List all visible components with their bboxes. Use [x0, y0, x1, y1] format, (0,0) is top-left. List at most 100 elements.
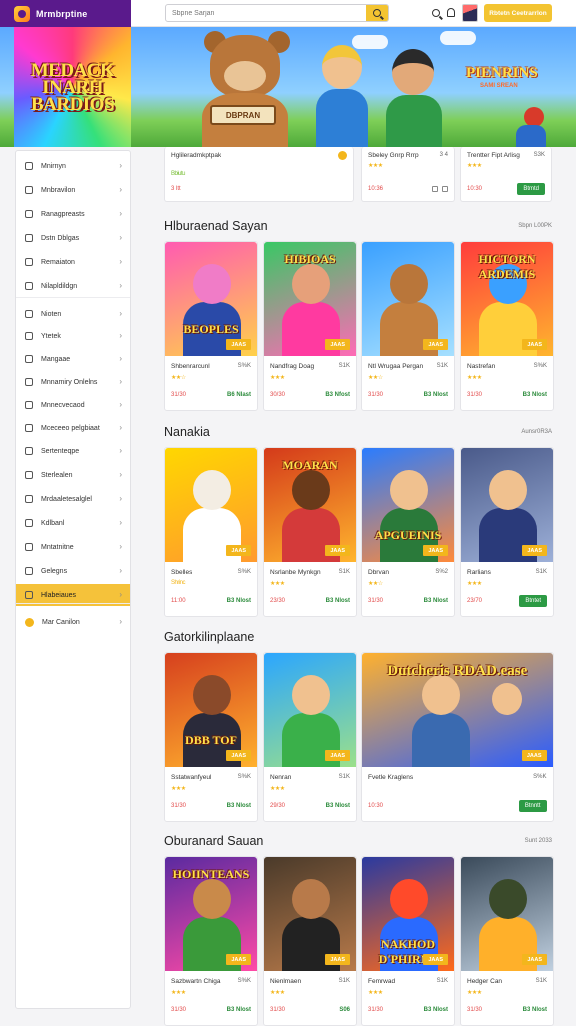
sidebar-item[interactable]: Ytetek ›: [16, 325, 130, 347]
thumbnail-badge: JAAS: [226, 339, 251, 350]
search-input[interactable]: [166, 5, 366, 21]
game-thumbnail[interactable]: JAAS: [165, 448, 257, 562]
game-thumbnail[interactable]: JAAS: [264, 653, 356, 767]
section-title: Gatorkilinplaane: [164, 630, 255, 644]
section-see-all-link[interactable]: Aunsr0R3A: [521, 429, 552, 435]
buy-button[interactable]: Btntet: [519, 595, 547, 607]
section-see-all-link[interactable]: Sbpn L00PK: [518, 223, 552, 229]
sidebar-item[interactable]: Sterlealen ›: [16, 464, 130, 486]
game-card[interactable]: BEOPLES JAAS Shbenrarcunl S%K ★★☆ 31/30 B6 Nla…: [164, 241, 258, 411]
game-thumbnail[interactable]: JAAS: [461, 448, 553, 562]
notification-icon[interactable]: [447, 8, 455, 17]
sidebar-item[interactable]: Nilapldildgn ›: [16, 275, 130, 297]
game-name: Nandfrag Doag: [270, 363, 315, 370]
sidebar-item[interactable]: Mangaae ›: [16, 348, 130, 370]
hero-subtitle: SAMI SREAN: [480, 83, 518, 89]
game-name: Nastrefan: [467, 363, 496, 370]
hero-banner[interactable]: MEDACK INARH BARDIOS DBPRAN PIENRINS SAM…: [0, 27, 576, 147]
game-card[interactable]: JAAS Ntl Wrugaa Pergan S1K ★★☆ 31/30 B3 Nlost: [361, 241, 455, 411]
chevron-right-icon: ›: [119, 494, 122, 503]
sidebar-item-label: Mnnamiry Onlelns: [41, 378, 98, 386]
game-name: Trentter Fipt Arlisg: [467, 152, 520, 159]
sidebar-item[interactable]: Mnbravilon ›: [16, 179, 130, 201]
thumbnail-badge: JAAS: [325, 339, 350, 350]
game-thumbnail[interactable]: NAKHOD D'PHIRNE JAAS: [362, 857, 454, 971]
game-price: 29/30: [270, 803, 286, 809]
thumbnail-badge: JAAS: [226, 750, 251, 761]
avatar[interactable]: [462, 4, 478, 22]
game-card[interactable]: JAAS Nienlmaen S1K ★★★ 31/30 S06: [263, 856, 357, 1026]
game-card[interactable]: APGUEINIS JAAS Dbrvan S%2 ★★☆ 31/30 B3 Nlost: [361, 447, 455, 617]
sidebar-item[interactable]: Mrdaaletesalglel ›: [16, 488, 130, 510]
coin-icon: [25, 617, 34, 627]
sidebar-item[interactable]: Mceceeo pelgbiaat ›: [16, 417, 130, 439]
search-button[interactable]: [366, 5, 388, 21]
game-card[interactable]: Hglileradmkptpak Bbiutu 3 ltt: [164, 147, 354, 202]
sidebar-item[interactable]: Kdlbanl ›: [16, 512, 130, 534]
game-card[interactable]: Dutcheris RDAD.ease JAAS Fvetle Kraglens S%…: [361, 652, 554, 822]
game-card[interactable]: Trentter Fipt Arlisg S3K ★★★ 10:30 Btmtd: [460, 147, 552, 202]
game-card[interactable]: NAKHOD D'PHIRNE JAAS Femrwad S1K ★★★ 31/30 B3 …: [361, 856, 455, 1026]
game-thumbnail[interactable]: BEOPLES JAAS: [165, 242, 257, 356]
thumbnail-title: HOIINTEANS: [172, 867, 250, 881]
game-card[interactable]: JAAS Hedger Can S1K ★★★ 31/30 B3 Nlost: [460, 856, 554, 1026]
game-card[interactable]: JAAS Sbelles S%K Shrinc 11:00 B3 Nlost: [164, 447, 258, 617]
search-icon[interactable]: [432, 9, 440, 17]
game-card[interactable]: MOARAN JAAS Nsrlanbe Mynkgn S1K ★★★ 23/30 B3 N…: [263, 447, 357, 617]
game-card[interactable]: HICTORN ARDEMIS JAAS Nastrefan S%K ★★★ 31/30 B…: [460, 241, 554, 411]
chevron-right-icon: ›: [119, 233, 122, 242]
game-price: 31/30: [368, 1007, 384, 1013]
game-thumbnail[interactable]: JAAS: [461, 857, 553, 971]
sidebar-item[interactable]: Ranagpreasts ›: [16, 203, 130, 225]
game-card[interactable]: JAAS Nenran S1K ★★★ 29/30 B3 Nlost: [263, 652, 357, 822]
sidebar-item[interactable]: Dstn Dblgas ›: [16, 227, 130, 249]
game-thumbnail[interactable]: HIBIOAS JAAS: [264, 242, 356, 356]
game-card[interactable]: HOIINTEANS JAAS Sazbwartn Chiga S%K ★★★ 31/30…: [164, 856, 258, 1026]
game-thumbnail[interactable]: Dutcheris RDAD.ease JAAS: [362, 653, 553, 767]
red-cap-character: [524, 107, 544, 127]
sidebar-item[interactable]: Mnnecvecaod ›: [16, 394, 130, 416]
sidebar-item-label: Mrdaaletesalglel: [41, 495, 92, 503]
buy-button[interactable]: Btnntt: [518, 800, 547, 812]
chevron-right-icon: ›: [119, 331, 122, 340]
sidebar-item[interactable]: Mntatnitne ›: [16, 536, 130, 558]
sidebar-item[interactable]: Nioten ›: [16, 303, 130, 325]
chevron-right-icon: ›: [119, 281, 122, 290]
game-card[interactable]: JAAS Rarlians S1K ★★★ 23/70 Btntet: [460, 447, 554, 617]
game-rating: S1K: [338, 569, 350, 575]
section-title: Oburanard Sauan: [164, 834, 264, 848]
brand[interactable]: Mrmbrptine: [0, 0, 131, 27]
heart-icon[interactable]: [432, 186, 438, 192]
game-card[interactable]: HIBIOAS JAAS Nandfrag Doag S1K ★★★ 30/30 B3 Nf…: [263, 241, 357, 411]
game-price: 31/30: [467, 392, 483, 398]
game-card[interactable]: Sbeley Gnrp Rrrp 3 4 ★★★ 10:36: [361, 147, 455, 202]
game-thumbnail[interactable]: DBB TOF JAAS: [165, 653, 257, 767]
cta-button[interactable]: Rbtetn Ceetrarrlon: [484, 4, 552, 22]
game-thumbnail[interactable]: HICTORN ARDEMIS JAAS: [461, 242, 553, 356]
buy-button[interactable]: Btmtd: [517, 183, 545, 195]
game-thumbnail[interactable]: APGUEINIS JAAS: [362, 448, 454, 562]
game-name: Ntl Wrugaa Pergan: [368, 363, 424, 370]
hero-tile[interactable]: MEDACK INARH BARDIOS: [14, 27, 131, 147]
game-thumbnail[interactable]: MOARAN JAAS: [264, 448, 356, 562]
bag-icon: [25, 378, 33, 386]
rating-stars: ★★★: [467, 581, 482, 587]
thumbnail-badge: JAAS: [423, 339, 448, 350]
game-thumbnail[interactable]: HOIINTEANS JAAS: [165, 857, 257, 971]
character-head: [489, 470, 527, 510]
sidebar-item[interactable]: Mnirnyn ›: [16, 155, 130, 177]
list-icon: [25, 186, 33, 194]
rating-stars: ★★★: [368, 990, 383, 996]
cart-icon[interactable]: [442, 186, 448, 192]
sidebar-item[interactable]: Sertenteqpe ›: [16, 440, 130, 462]
sidebar-item[interactable]: Gelegns ›: [16, 560, 130, 582]
game-thumbnail[interactable]: JAAS: [264, 857, 356, 971]
game-card[interactable]: DBB TOF JAAS Sstatwanfyeul S%K ★★★ 31/30 B3 Nl…: [164, 652, 258, 822]
sidebar-item[interactable]: Mar Canilon ›: [16, 611, 130, 633]
sidebar-item[interactable]: Mnnamiry Onlelns ›: [16, 371, 130, 393]
game-thumbnail[interactable]: JAAS: [362, 242, 454, 356]
sidebar-item[interactable]: Remaiaton ›: [16, 251, 130, 273]
section-see-all-link[interactable]: Sunt 2033: [525, 838, 552, 844]
game-rating: S1K: [535, 978, 547, 984]
thumbnail-badge: JAAS: [522, 545, 547, 556]
